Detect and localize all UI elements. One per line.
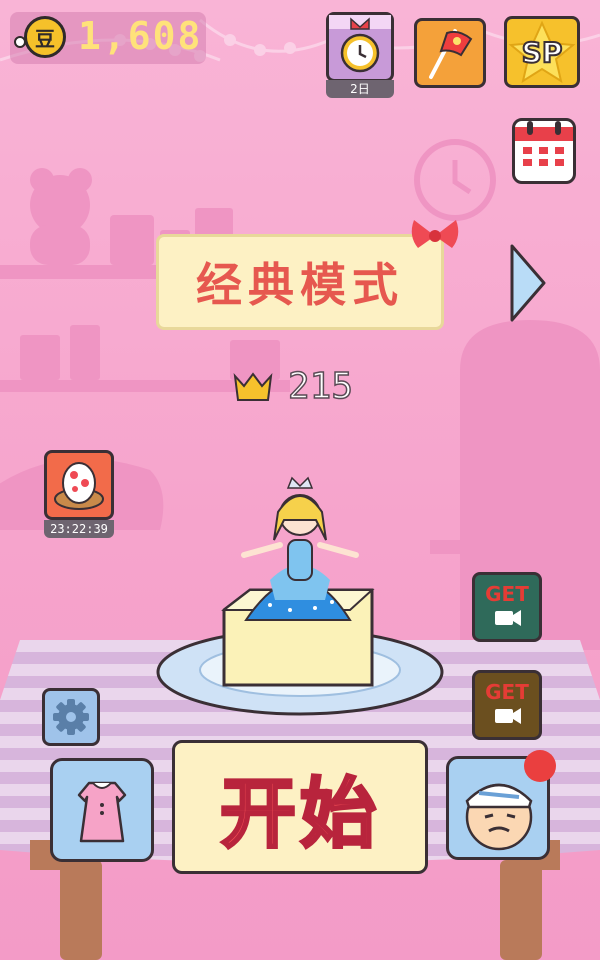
egg-hatch-button[interactable] — [44, 450, 114, 520]
cake-display — [156, 476, 444, 716]
daily-alarm-button[interactable] — [326, 12, 394, 82]
game-mode-title: 经典模式 — [196, 258, 404, 312]
gear-icon — [53, 699, 89, 735]
dress-icon — [77, 781, 127, 843]
start-label: 开始 — [219, 768, 380, 860]
flag-icon — [429, 29, 473, 79]
daily-day-label: 2日 — [326, 80, 394, 98]
coin-value: 1,608 — [78, 14, 203, 58]
settings-button[interactable] — [42, 688, 100, 746]
start-button[interactable]: 开始 — [172, 740, 428, 874]
crown-score: 215 — [287, 365, 354, 408]
get-label-2: GET — [485, 680, 529, 704]
get-label-1: GET — [485, 582, 529, 606]
table-leg-right — [500, 860, 542, 960]
crown-icon — [233, 372, 273, 401]
calendar-icon — [515, 121, 573, 166]
wardrobe-button[interactable] — [50, 758, 154, 862]
next-mode-arrow-icon[interactable] — [506, 240, 550, 326]
game-mode-banner[interactable]: 经典模式 — [156, 234, 444, 330]
notification-badge — [524, 750, 556, 782]
egg-countdown: 23:22:39 — [44, 520, 114, 538]
coin-icon: 豆 — [24, 16, 66, 58]
flag-button[interactable] — [414, 18, 486, 88]
egg-icon — [54, 462, 104, 510]
alarm-clock-icon — [329, 15, 391, 73]
table-leg-left — [60, 860, 102, 960]
ribbon-bow-icon — [411, 220, 459, 248]
calendar-button[interactable] — [512, 118, 576, 184]
sp-label: SP — [521, 35, 564, 70]
